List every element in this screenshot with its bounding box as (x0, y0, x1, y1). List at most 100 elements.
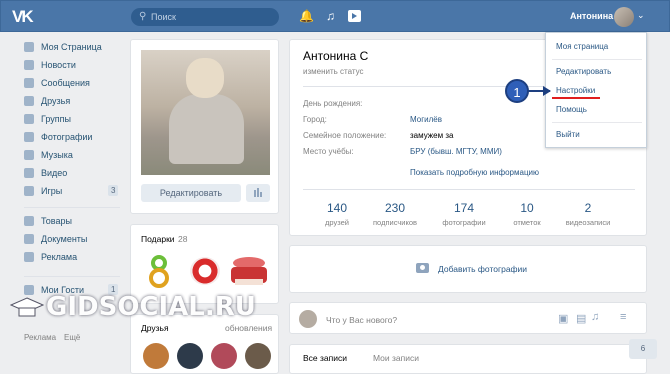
profile-photo[interactable] (141, 50, 270, 175)
sidebar-item-0[interactable]: Моя Страница (24, 40, 124, 58)
counter-value[interactable]: 230 (365, 201, 425, 215)
dropdown-item-logout[interactable]: Выйти (556, 130, 580, 139)
footer-more-link[interactable]: Ещё (64, 333, 80, 342)
music-attach-icon[interactable]: ♫ (591, 311, 599, 323)
vk-logo[interactable]: VK (12, 7, 38, 26)
counter-label[interactable]: видеозаписи (558, 218, 618, 227)
camera-icon (24, 132, 34, 142)
info-label: Место учёбы: (303, 147, 354, 156)
show-details-link[interactable]: Показать подробную информацию (410, 168, 539, 177)
gifts-title[interactable]: Подарки (141, 234, 175, 244)
settings-underline (552, 97, 600, 99)
bell-icon[interactable]: 🔔 (299, 9, 314, 23)
info-divider (303, 189, 635, 190)
counter-label[interactable]: друзей (307, 218, 367, 227)
video-attach-icon[interactable]: ▤ (576, 312, 586, 325)
dropdown-item-help[interactable]: Помощь (556, 105, 587, 114)
sidebar-item-label: Игры (41, 186, 63, 196)
news-icon (24, 60, 34, 70)
wall-tabs: Все записи Мои записи (289, 344, 647, 374)
user-name[interactable]: Антонина (570, 11, 613, 21)
info-value: замужем за (410, 131, 454, 140)
info-label: День рождения: (303, 99, 363, 108)
gift-cake[interactable] (229, 251, 269, 295)
sidebar-item-8[interactable]: Игры 3 (24, 184, 124, 202)
friends-icon (24, 96, 34, 106)
avatar[interactable] (614, 7, 634, 27)
sidebar-item-label: Новости (41, 60, 76, 70)
change-status-link[interactable]: изменить статус (303, 67, 364, 76)
dropdown-item-settings[interactable]: Настройки (556, 86, 595, 95)
stats-button[interactable] (246, 184, 270, 202)
menu-divider (24, 207, 120, 208)
sidebar-item-label: Музыка (41, 150, 73, 160)
avatar (299, 310, 317, 328)
info-value[interactable]: Могилёв (410, 115, 442, 124)
sidebar-item-9[interactable]: Товары (24, 214, 124, 232)
groups-icon (24, 114, 34, 124)
add-photos-card[interactable]: Добавить фотографии (289, 245, 647, 293)
sidebar-item-label: Реклама (41, 252, 78, 262)
photo-figure (169, 94, 244, 164)
dropdown-divider (552, 122, 642, 123)
add-photos-label: Добавить фотографии (438, 264, 528, 274)
sidebar-item-2[interactable]: Сообщения (24, 76, 124, 94)
sidebar-item-1[interactable]: Новости (24, 58, 124, 76)
photo-face (186, 58, 224, 98)
post-input[interactable]: Что у Вас нового? (326, 315, 397, 325)
counter-label[interactable]: подписчиков (365, 218, 425, 227)
sidebar-item-11[interactable]: Реклама (24, 250, 124, 268)
friend-avatar[interactable] (143, 343, 169, 369)
guests-icon (24, 285, 34, 295)
games-icon (24, 186, 34, 196)
music-icon[interactable]: ♫ (326, 9, 335, 23)
photo-attach-icon[interactable]: ▣ (558, 312, 568, 325)
footer-ads-link[interactable]: Реклама (24, 333, 56, 342)
sidebar-item-label: Документы (41, 234, 88, 244)
counter-value[interactable]: 2 (558, 201, 618, 215)
dropdown-item-my-page[interactable]: Моя страница (556, 42, 608, 51)
sidebar-item-5[interactable]: Фотографии (24, 130, 124, 148)
counter-label[interactable]: отметок (497, 218, 557, 227)
friend-avatar[interactable] (211, 343, 237, 369)
gift-eight[interactable] (145, 251, 177, 295)
sidebar-item-3[interactable]: Друзья (24, 94, 124, 112)
sidebar-item-label: Фотографии (41, 132, 93, 142)
gift-candy[interactable] (188, 251, 220, 295)
text-format-icon[interactable]: ≡ (620, 311, 626, 323)
graduation-cap-icon (10, 297, 44, 317)
dropdown-divider (552, 59, 642, 60)
sidebar-item-label: Видео (41, 168, 68, 178)
top-bar: VK ⚲ Поиск 🔔 ♫ Антонина ⌄ (0, 0, 670, 32)
counter-value[interactable]: 140 (307, 201, 367, 215)
user-dropdown-menu: Моя страница Редактировать Настройки Пом… (545, 32, 647, 148)
sidebar-item-7[interactable]: Видео (24, 166, 124, 184)
new-post-card: Что у Вас нового? ▣ ▤ ♫ ≡ (289, 302, 647, 334)
friend-avatar[interactable] (177, 343, 203, 369)
sidebar-item-10[interactable]: Документы (24, 232, 124, 250)
search-input[interactable]: ⚲ Поиск (131, 8, 279, 26)
edit-profile-button[interactable]: Редактировать (141, 184, 241, 202)
updates-link[interactable]: обновления (225, 323, 272, 333)
friends-title[interactable]: Друзья (141, 323, 169, 333)
play-icon[interactable] (348, 10, 361, 22)
menu-divider (24, 276, 120, 277)
sidebar-item-label: Моя Страница (41, 42, 102, 52)
friend-avatar[interactable] (245, 343, 271, 369)
messages-icon (24, 78, 34, 88)
sidebar-item-6[interactable]: Музыка (24, 148, 124, 166)
music-icon (24, 150, 34, 160)
counter-value[interactable]: 10 (497, 201, 557, 215)
annotation-arrow-head (543, 86, 551, 96)
counter-label[interactable]: фотографии (434, 218, 494, 227)
chevron-down-icon[interactable]: ⌄ (637, 10, 645, 21)
counter-value[interactable]: 174 (434, 201, 494, 215)
sidebar-item-4[interactable]: Группы (24, 112, 124, 130)
corner-badge[interactable]: 6 (629, 339, 657, 359)
search-icon: ⚲ (139, 11, 147, 22)
info-value[interactable]: БРУ (бывш. МГТУ, ММИ) (410, 147, 502, 156)
annotation-badge: 1 (505, 79, 529, 103)
info-label: Город: (303, 115, 327, 124)
sidebar-item-label: Товары (41, 216, 72, 226)
dropdown-item-edit[interactable]: Редактировать (556, 67, 611, 76)
